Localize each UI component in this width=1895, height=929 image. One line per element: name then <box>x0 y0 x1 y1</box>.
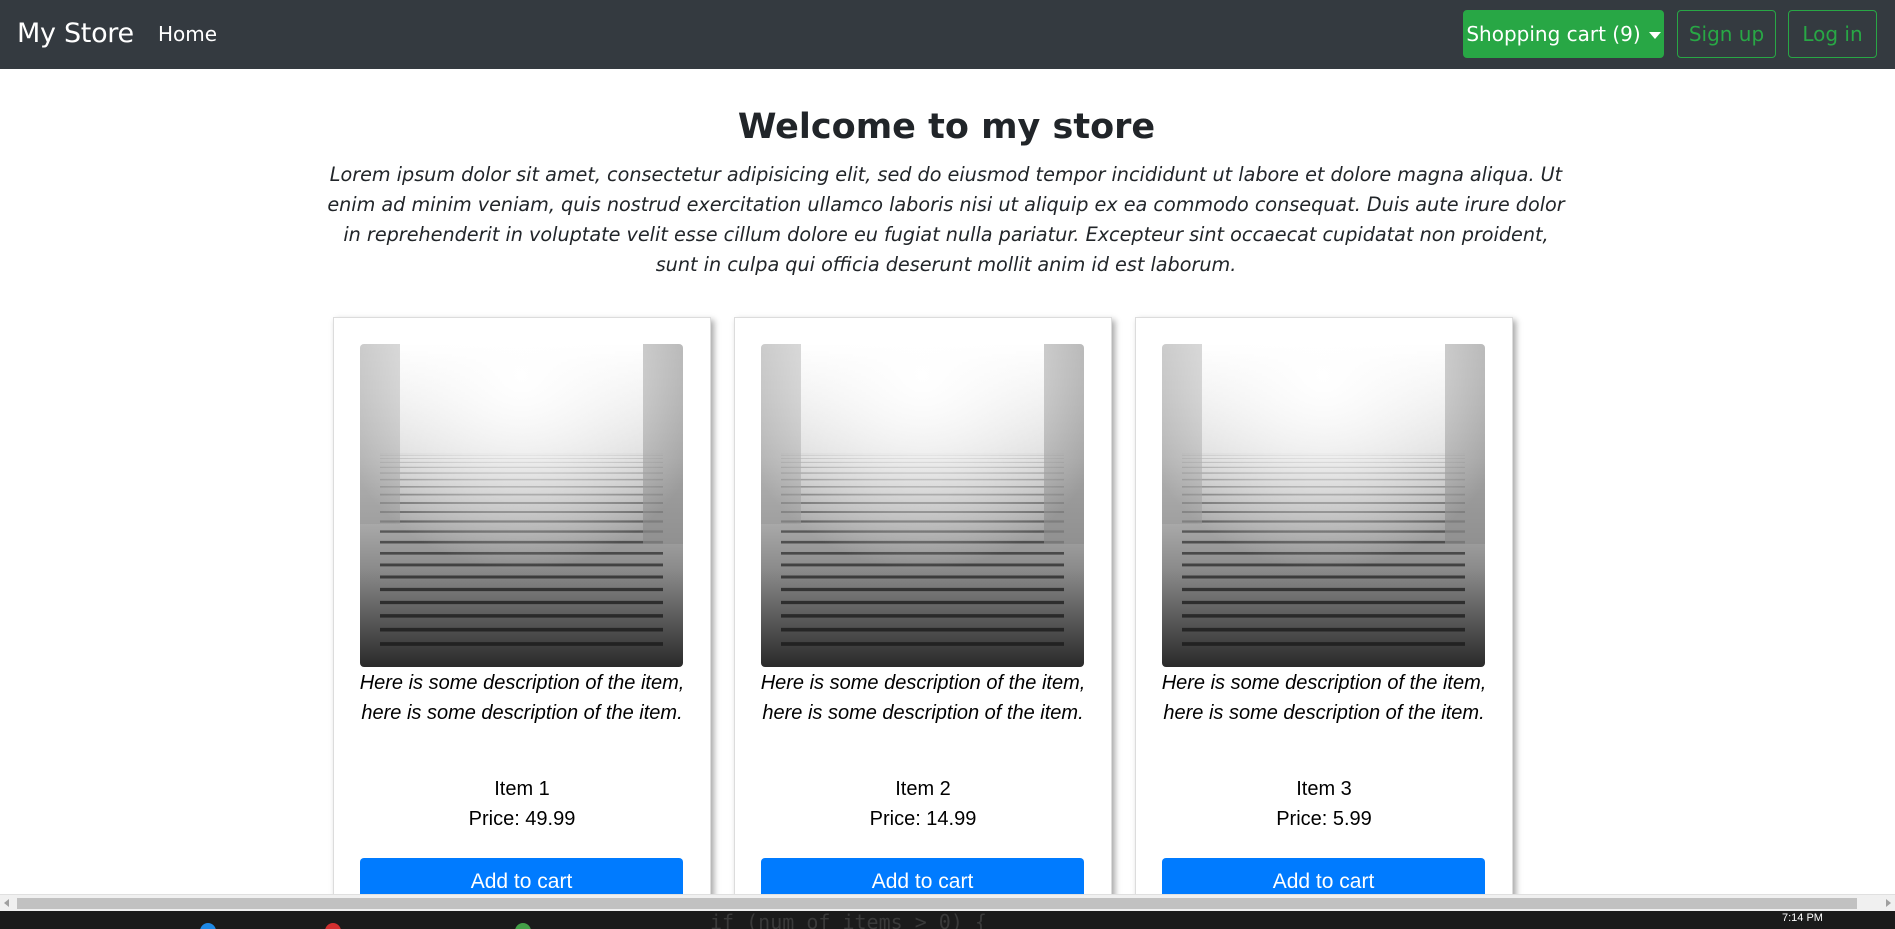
background-code-text: if (num_of_items > 0) { <box>710 911 987 929</box>
taskbar-clock: 7:14 PM <box>1782 912 1823 924</box>
staircase-photo <box>761 344 1084 667</box>
product-image <box>761 344 1084 667</box>
product-image <box>360 344 683 667</box>
sign-up-button[interactable]: Sign up <box>1677 10 1776 58</box>
page-title: Welcome to my store <box>737 107 1156 147</box>
scroll-right-arrow-icon[interactable] <box>1886 899 1891 907</box>
intro-paragraph: Lorem ipsum dolor sit amet, consectetur … <box>327 163 1565 276</box>
product-name: Item 3 <box>1296 778 1352 800</box>
product-price: Price: 49.99 <box>468 808 576 830</box>
scrollbar-thumb[interactable] <box>17 898 1857 909</box>
edge-app-icon[interactable] <box>200 923 216 929</box>
product-description: Here is some description of the item, he… <box>359 672 685 724</box>
product-name: Item 1 <box>494 778 550 800</box>
product-name: Item 2 <box>895 778 951 800</box>
product-description: Here is some description of the item, he… <box>760 672 1086 724</box>
nav-home-link[interactable]: Home <box>158 22 217 46</box>
product-image <box>1162 344 1485 667</box>
product-card: Here is some description of the item, he… <box>1135 317 1513 929</box>
navbar: My Store Home Shopping cart (9) Sign up … <box>0 0 1895 69</box>
product-price: Price: 5.99 <box>1276 808 1372 830</box>
caret-down-icon <box>1648 31 1661 39</box>
log-in-button[interactable]: Log in <box>1788 10 1877 58</box>
horizontal-scrollbar[interactable] <box>0 894 1895 911</box>
app-icon[interactable] <box>515 923 531 929</box>
product-description: Here is some description of the item, he… <box>1161 672 1487 724</box>
brand-link[interactable]: My Store <box>17 18 134 49</box>
product-price: Price: 14.99 <box>869 808 977 830</box>
shopping-cart-dropdown-button[interactable]: Shopping cart (9) <box>1463 10 1664 58</box>
product-card: Here is some description of the item, he… <box>333 317 711 929</box>
product-card: Here is some description of the item, he… <box>734 317 1112 929</box>
chrome-app-icon[interactable] <box>325 923 341 929</box>
taskbar: if (num_of_items > 0) { 7:14 PM <box>0 911 1895 929</box>
staircase-photo <box>1162 344 1485 667</box>
scroll-left-arrow-icon[interactable] <box>4 899 9 907</box>
shopping-cart-label: Shopping cart (9) <box>1466 22 1641 46</box>
staircase-photo <box>360 344 683 667</box>
